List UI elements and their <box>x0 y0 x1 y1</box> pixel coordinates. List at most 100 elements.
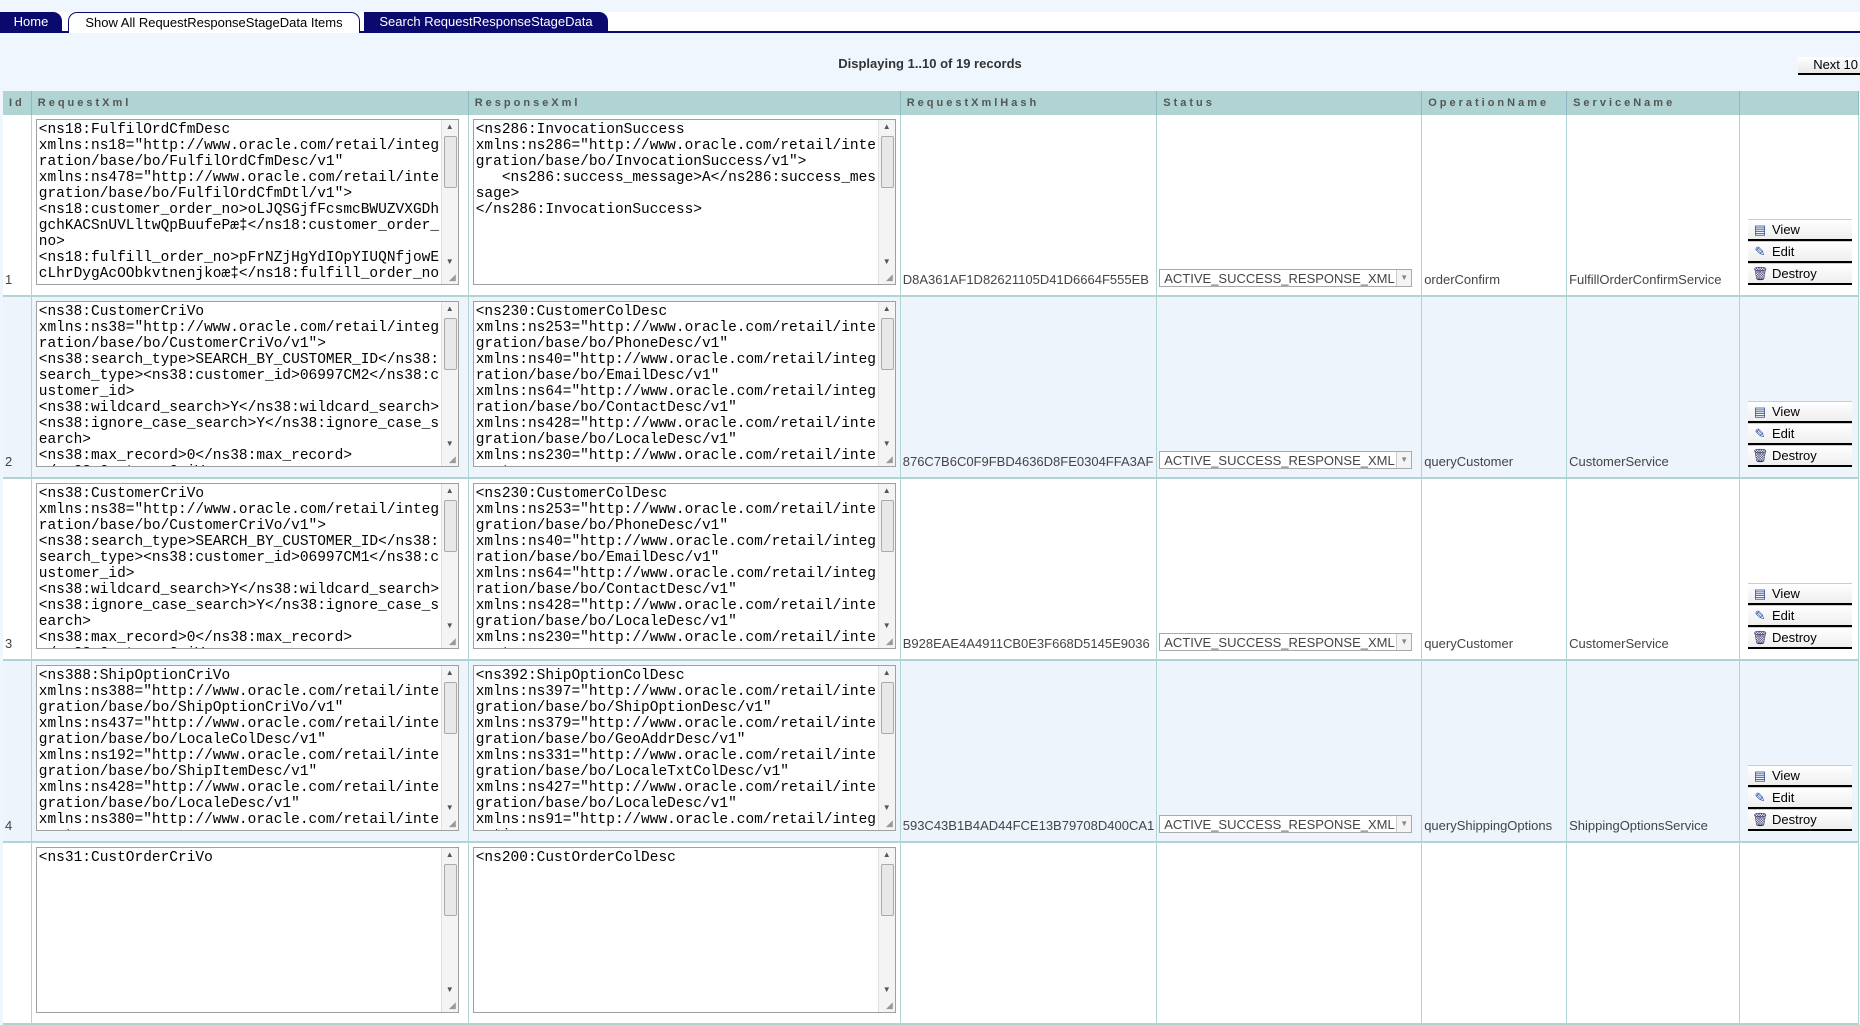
scrollbar[interactable]: ▲ ▼ <box>440 120 458 284</box>
scroll-up-icon[interactable]: ▲ <box>446 668 454 677</box>
destroy-label: Destroy <box>1772 630 1817 645</box>
response-xml-textarea[interactable]: <ns286:InvocationSuccess xmlns:ns286="ht… <box>472 119 896 285</box>
scroll-down-icon[interactable]: ▼ <box>883 439 891 448</box>
edit-button[interactable]: ✎ Edit <box>1748 241 1852 263</box>
scroll-thumb[interactable] <box>880 864 894 916</box>
scroll-up-icon[interactable]: ▲ <box>883 304 891 313</box>
status-select[interactable]: ACTIVE_SUCCESS_RESPONSE_XML ▼ <box>1159 633 1413 651</box>
chevron-down-icon: ▼ <box>1396 270 1412 286</box>
edit-label: Edit <box>1772 790 1795 805</box>
scrollbar[interactable]: ▲ ▼ <box>440 666 458 830</box>
next-page-button[interactable]: Next 10 <box>1798 57 1860 75</box>
resize-grip-icon[interactable]: ◢ <box>449 636 456 647</box>
response-xml-textarea[interactable]: <ns392:ShipOptionColDesc xmlns:ns397="ht… <box>472 665 896 831</box>
resize-grip-icon[interactable]: ◢ <box>886 272 893 283</box>
destroy-button[interactable]: 🗑 Destroy <box>1748 809 1852 831</box>
cell-status: ACTIVE_SUCCESS_RESPONSE_XML ▼ <box>1156 660 1423 843</box>
cell-response-xml: <ns392:ShipOptionColDesc xmlns:ns397="ht… <box>468 660 901 843</box>
scroll-up-icon[interactable]: ▲ <box>446 304 454 313</box>
cell-operation: orderConfirm <box>1421 115 1568 297</box>
scroll-down-icon[interactable]: ▼ <box>883 621 891 630</box>
col-service-name: ServiceName <box>1566 91 1740 115</box>
status-select[interactable]: ACTIVE_SUCCESS_RESPONSE_XML ▼ <box>1159 269 1413 287</box>
tab-search[interactable]: Search RequestResponseStageData <box>364 12 608 31</box>
request-xml-textarea-text: <ns38:CustomerCriVo xmlns:ns38="http://w… <box>38 304 440 466</box>
scrollbar[interactable]: ▲ ▼ <box>440 302 458 466</box>
view-label: View <box>1772 404 1800 419</box>
scroll-thumb[interactable] <box>880 500 894 552</box>
resize-grip-icon[interactable]: ◢ <box>886 454 893 465</box>
tab-show-all[interactable]: Show All RequestResponseStageData Items <box>68 12 360 33</box>
scrollbar[interactable]: ▲ ▼ <box>440 848 458 1012</box>
response-xml-textarea[interactable]: <ns230:CustomerColDesc xmlns:ns253="http… <box>472 301 896 467</box>
scrollbar[interactable]: ▲ ▼ <box>877 484 895 648</box>
cell-response-xml: <ns286:InvocationSuccess xmlns:ns286="ht… <box>468 115 901 297</box>
scroll-up-icon[interactable]: ▲ <box>446 486 454 495</box>
scroll-down-icon[interactable]: ▼ <box>883 985 891 994</box>
request-xml-textarea[interactable]: <ns388:ShipOptionCriVo xmlns:ns388="http… <box>35 665 459 831</box>
scroll-thumb[interactable] <box>443 136 457 188</box>
cell-service: ShippingOptionsService <box>1566 660 1740 843</box>
view-button[interactable]: ▤ View <box>1748 765 1852 787</box>
destroy-button[interactable]: 🗑 Destroy <box>1748 445 1852 467</box>
scrollbar[interactable]: ▲ ▼ <box>877 848 895 1012</box>
scrollbar[interactable]: ▲ ▼ <box>877 302 895 466</box>
view-button[interactable]: ▤ View <box>1748 401 1852 423</box>
resize-grip-icon[interactable]: ◢ <box>886 636 893 647</box>
edit-icon: ✎ <box>1754 425 1766 441</box>
view-button[interactable]: ▤ View <box>1748 583 1852 605</box>
cell-operation: queryShippingOptions <box>1421 660 1568 843</box>
request-xml-textarea[interactable]: <ns31:CustOrderCriVo ▲ ▼ ◢ <box>35 847 459 1013</box>
cell-response-xml: <ns200:CustOrderColDesc ▲ ▼ ◢ <box>468 842 901 1025</box>
request-xml-textarea[interactable]: <ns38:CustomerCriVo xmlns:ns38="http://w… <box>35 483 459 649</box>
scroll-down-icon[interactable]: ▼ <box>883 257 891 266</box>
resize-grip-icon[interactable]: ◢ <box>886 818 893 829</box>
resize-grip-icon[interactable]: ◢ <box>886 1000 893 1011</box>
scroll-thumb[interactable] <box>443 500 457 552</box>
scroll-thumb[interactable] <box>443 318 457 370</box>
scroll-down-icon[interactable]: ▼ <box>446 803 454 812</box>
scroll-thumb[interactable] <box>880 136 894 188</box>
scroll-down-icon[interactable]: ▼ <box>446 985 454 994</box>
scroll-down-icon[interactable]: ▼ <box>446 621 454 630</box>
view-button[interactable]: ▤ View <box>1748 219 1852 241</box>
edit-button[interactable]: ✎ Edit <box>1748 605 1852 627</box>
scrollbar[interactable]: ▲ ▼ <box>877 666 895 830</box>
table-row: 4 <ns388:ShipOptionCriVo xmlns:ns388="htt… <box>3 660 1859 843</box>
destroy-button[interactable]: 🗑 Destroy <box>1748 627 1852 649</box>
edit-button[interactable]: ✎ Edit <box>1748 423 1852 445</box>
resize-grip-icon[interactable]: ◢ <box>449 272 456 283</box>
scroll-thumb[interactable] <box>880 682 894 734</box>
resize-grip-icon[interactable]: ◢ <box>449 1000 456 1011</box>
cell-status <box>1156 842 1423 1025</box>
scroll-thumb[interactable] <box>880 318 894 370</box>
request-xml-textarea-text: <ns18:FulfilOrdCfmDesc xmlns:ns18="http:… <box>38 122 440 284</box>
response-xml-textarea-text: <ns392:ShipOptionColDesc xmlns:ns397="ht… <box>475 668 876 830</box>
response-xml-textarea[interactable]: <ns230:CustomerColDesc xmlns:ns253="http… <box>472 483 896 649</box>
cell-id: 3 <box>3 478 32 661</box>
scroll-thumb[interactable] <box>443 864 457 916</box>
destroy-label: Destroy <box>1772 812 1817 827</box>
response-xml-textarea-text: <ns200:CustOrderColDesc <box>475 850 676 866</box>
scroll-up-icon[interactable]: ▲ <box>883 486 891 495</box>
response-xml-textarea[interactable]: <ns200:CustOrderColDesc ▲ ▼ ◢ <box>472 847 896 1013</box>
status-select[interactable]: ACTIVE_SUCCESS_RESPONSE_XML ▼ <box>1159 815 1413 833</box>
scroll-up-icon[interactable]: ▲ <box>446 122 454 131</box>
tab-home[interactable]: Home <box>0 12 62 31</box>
scrollbar[interactable]: ▲ ▼ <box>440 484 458 648</box>
scroll-down-icon[interactable]: ▼ <box>446 439 454 448</box>
scroll-thumb[interactable] <box>443 682 457 734</box>
scroll-down-icon[interactable]: ▼ <box>883 803 891 812</box>
edit-button[interactable]: ✎ Edit <box>1748 787 1852 809</box>
scroll-up-icon[interactable]: ▲ <box>883 122 891 131</box>
scrollbar[interactable]: ▲ ▼ <box>877 120 895 284</box>
request-xml-textarea[interactable]: <ns18:FulfilOrdCfmDesc xmlns:ns18="http:… <box>35 119 459 285</box>
destroy-button[interactable]: 🗑 Destroy <box>1748 263 1852 285</box>
edit-label: Edit <box>1772 608 1795 623</box>
status-select[interactable]: ACTIVE_SUCCESS_RESPONSE_XML ▼ <box>1159 451 1413 469</box>
scroll-up-icon[interactable]: ▲ <box>883 668 891 677</box>
request-xml-textarea[interactable]: <ns38:CustomerCriVo xmlns:ns38="http://w… <box>35 301 459 467</box>
resize-grip-icon[interactable]: ◢ <box>449 454 456 465</box>
resize-grip-icon[interactable]: ◢ <box>449 818 456 829</box>
scroll-down-icon[interactable]: ▼ <box>446 257 454 266</box>
